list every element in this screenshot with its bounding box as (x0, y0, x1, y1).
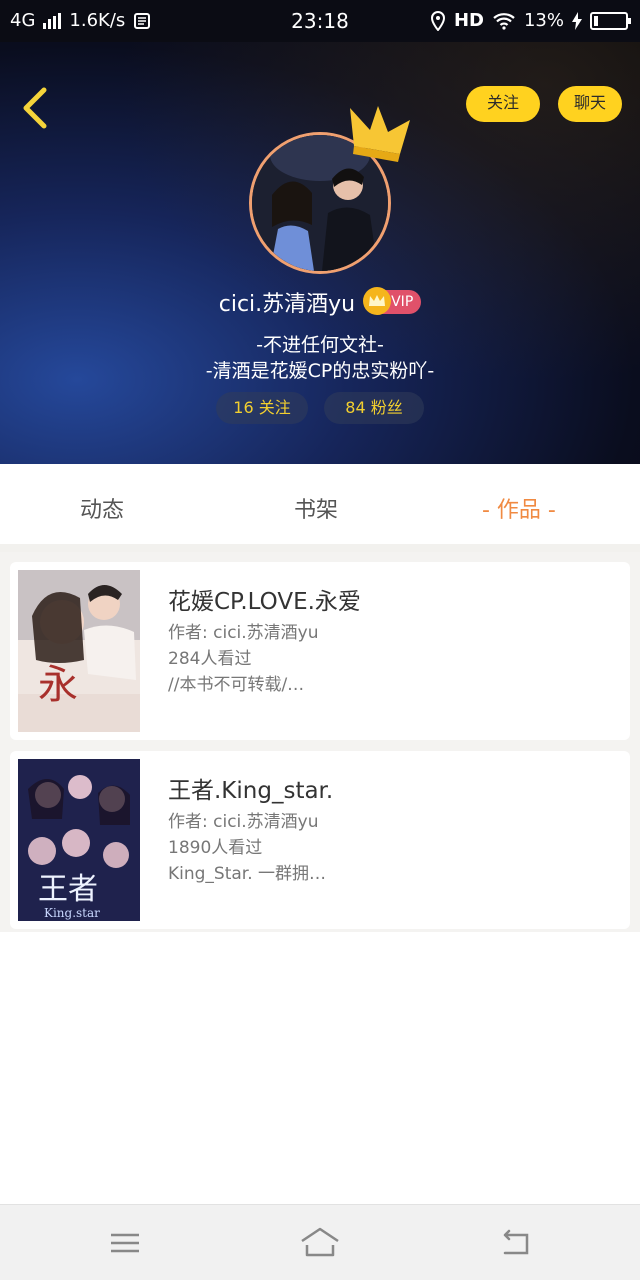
book-cover: 王者 King.star (18, 759, 140, 921)
book-cover-subtitle: King.star (44, 906, 100, 920)
hd-indicator: HD (453, 10, 484, 31)
battery-icon (590, 11, 631, 30)
book-views: 284人看过 (168, 649, 252, 669)
back-icon[interactable] (495, 1223, 535, 1263)
tab-works[interactable]: - 作品 - (482, 492, 556, 524)
bio-line-1: -不进任何文社- (256, 334, 384, 356)
tab-bookshelf[interactable]: 书架 (294, 492, 338, 524)
status-bar: 4G 1.6K/s 23:18 HD 13% (0, 0, 640, 42)
system-nav-bar (0, 1204, 640, 1280)
vip-crown-icon (363, 287, 392, 315)
vip-label: VIP (391, 294, 414, 310)
fans-count[interactable]: 84 粉丝 (324, 392, 424, 424)
charging-icon (572, 11, 582, 30)
menu-icon[interactable] (105, 1223, 145, 1263)
bio-line-2: -清酒是花媛CP的忠实粉吖- (205, 360, 435, 382)
book-title: 花媛CP.LOVE.永爱 (168, 589, 361, 615)
list-item[interactable]: 王者 King.star 王者.King_star. 作者: cici.苏清酒y… (10, 751, 630, 929)
crown-icon (350, 106, 410, 162)
battery-percent: 13% (523, 10, 564, 31)
book-description: King_Star. 一群拥… (168, 864, 327, 884)
list-item[interactable]: 永 花媛CP.LOVE.永爱 作者: cici.苏清酒yu 284人看过 //本… (10, 562, 630, 740)
following-count[interactable]: 16 关注 (216, 392, 308, 424)
book-cover: 永 (18, 570, 140, 732)
book-author: 作者: cici.苏清酒yu (168, 623, 319, 643)
profile-tabs: 动态 书架 - 作品 - (0, 464, 640, 552)
book-author: 作者: cici.苏清酒yu (168, 812, 319, 832)
book-title: 王者.King_star. (168, 778, 334, 804)
back-arrow-icon[interactable] (18, 86, 54, 130)
wifi-icon (493, 12, 515, 30)
book-description: //本书不可转载/… (168, 675, 305, 695)
follow-button[interactable]: 关注 (466, 86, 540, 122)
book-views: 1890人看过 (168, 838, 263, 858)
works-list: 永 花媛CP.LOVE.永爱 作者: cici.苏清酒yu 284人看过 //本… (0, 552, 640, 932)
chat-button[interactable]: 聊天 (558, 86, 622, 122)
home-icon[interactable] (298, 1223, 342, 1263)
tab-activity[interactable]: 动态 (80, 492, 124, 524)
profile-header: 关注 聊天 cici.苏清酒yu VIP -不进任何文社- -清酒是花媛CP的忠… (0, 42, 640, 464)
username: cici.苏清酒yu (218, 292, 356, 317)
location-icon (430, 10, 445, 31)
book-cover-title: 永 (38, 662, 78, 708)
book-cover-title: 王者 (38, 872, 98, 907)
vip-badge: VIP (363, 287, 422, 315)
